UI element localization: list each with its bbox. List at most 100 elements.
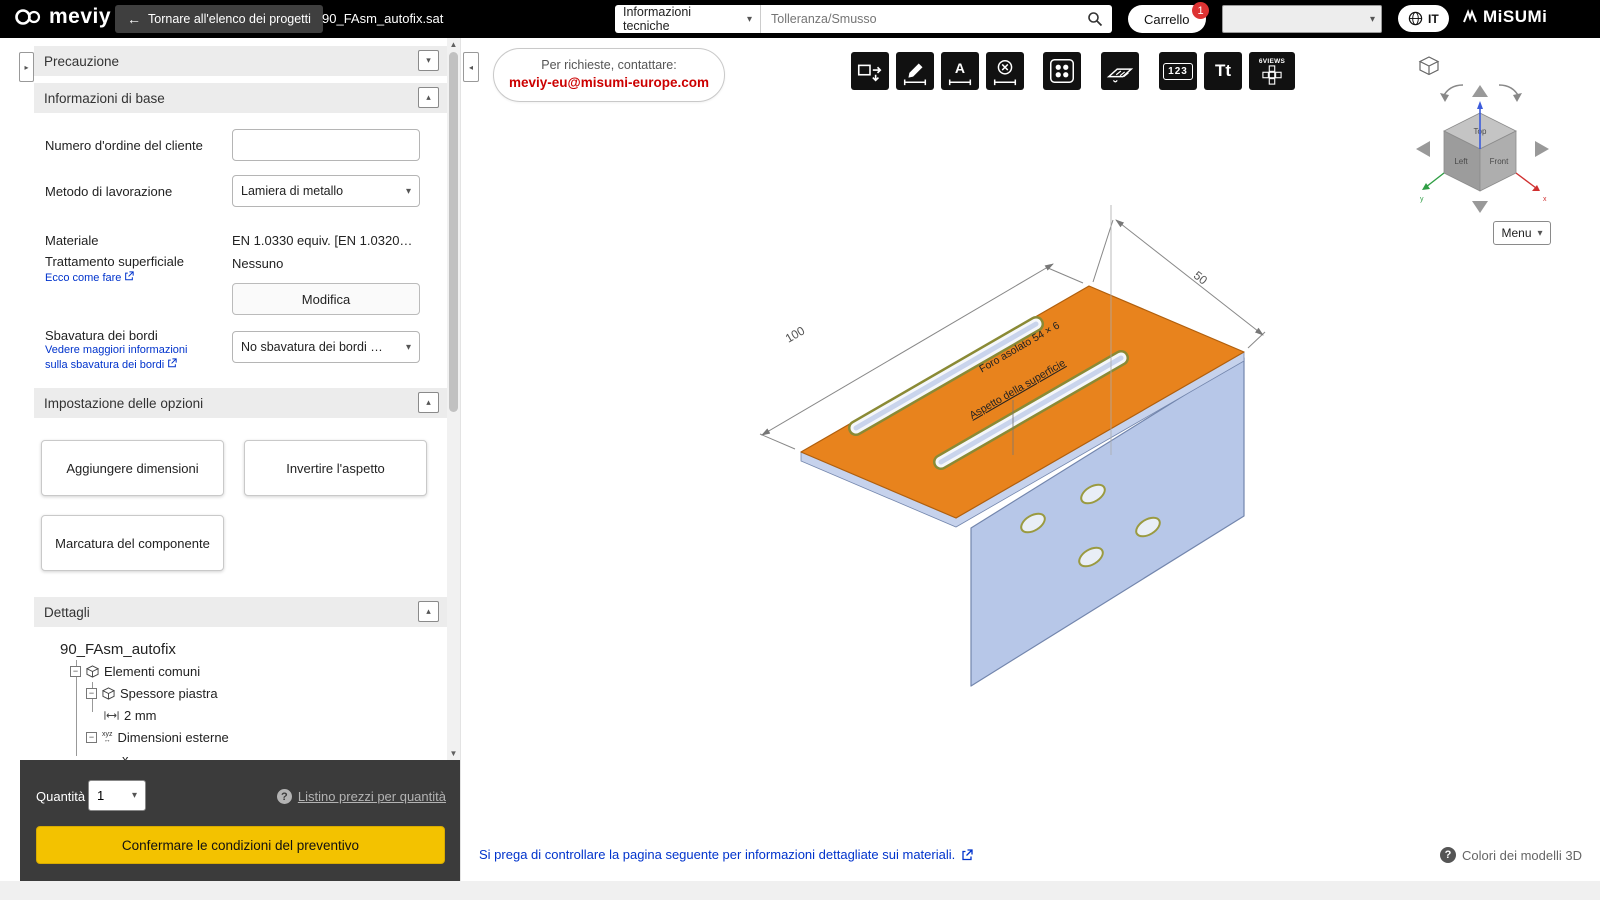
how-to-link[interactable]: Ecco come fare: [45, 271, 135, 284]
project-select[interactable]: [1222, 5, 1382, 33]
panel-expand-button[interactable]: [19, 52, 34, 82]
dimension-edit-button[interactable]: [896, 52, 934, 90]
tree-node-x-label: x: [122, 752, 129, 760]
section-options-label: Impostazione delle opzioni: [44, 395, 204, 411]
contact-bubble: Per richieste, contattare: meviy-eu@misu…: [493, 48, 725, 102]
meviy-logo[interactable]: meviy: [14, 5, 111, 29]
rotate-right-icon[interactable]: [1498, 84, 1522, 102]
view-cube[interactable]: Top Left Front y x: [1420, 101, 1547, 203]
six-views-button[interactable]: 6VIEWS: [1249, 52, 1295, 90]
price-list-link-label: Listino prezzi per quantità: [297, 789, 446, 804]
rotate-left-icon[interactable]: [1440, 84, 1464, 102]
six-views-label: 6VIEWS: [1258, 57, 1286, 65]
tree-node-thickness-value[interactable]: 2 mm: [104, 708, 157, 723]
tech-info-select[interactable]: Informazioni tecniche: [615, 5, 761, 33]
tree-node-common[interactable]: Elementi comuni: [70, 664, 200, 679]
dimension-delete-button[interactable]: [986, 52, 1024, 90]
tree-node-dimensions[interactable]: xyz↔ Dimensioni esterne: [86, 730, 229, 745]
options-toggle-button[interactable]: [418, 392, 439, 413]
tilt-down-arrow[interactable]: [1472, 201, 1488, 213]
surface-treatment-value: Nessuno: [232, 256, 284, 271]
part-marking-button[interactable]: Marcatura del componente: [41, 515, 224, 571]
dimension-text-size-button[interactable]: A: [941, 52, 979, 90]
confirm-quote-button[interactable]: Confermare le condizioni del preventivo: [36, 826, 445, 864]
svg-text:A: A: [955, 60, 965, 76]
tree-collapse-icon[interactable]: [86, 732, 97, 743]
hole-table-button[interactable]: [1043, 52, 1081, 90]
deburr-info-link-line2[interactable]: sulla sbavatura dei bordi: [45, 358, 177, 371]
basic-info-toggle-button[interactable]: [418, 87, 439, 108]
numbering-button[interactable]: 123: [1159, 52, 1197, 90]
quantity-label: Quantità: [36, 789, 86, 804]
add-dimensions-button[interactable]: Aggiungere dimensioni: [41, 440, 224, 496]
sidebar-rail: [0, 38, 34, 881]
section-options[interactable]: Impostazione delle opzioni: [34, 388, 447, 418]
misumi-mark-icon: [1463, 9, 1477, 23]
order-number-label: Numero d'ordine del cliente: [45, 138, 203, 153]
price-list-link[interactable]: ? Listino prezzi per quantità: [276, 789, 446, 804]
search-bar: Informazioni tecniche: [615, 5, 1112, 33]
meviy-logo-icon: [15, 9, 41, 25]
deburr-select[interactable]: No sbavatura dei bordi …: [232, 331, 420, 363]
deburr-info-link-line1[interactable]: Vedere maggiori informazioni: [45, 344, 187, 356]
precaution-toggle-button[interactable]: [418, 50, 439, 71]
tree-collapse-icon[interactable]: [70, 666, 81, 677]
scroll-down-arrow[interactable]: ▼: [447, 747, 460, 760]
search-icon[interactable]: [1087, 11, 1103, 27]
globe-icon: [1408, 11, 1423, 26]
main-area: Per richieste, contattare: meviy-eu@misu…: [460, 38, 1600, 881]
axis-x-label: x: [1543, 196, 1547, 203]
materials-info-link[interactable]: Si prega di controllare la pagina seguen…: [479, 847, 973, 862]
top-bar: meviy Tornare all'elenco dei progetti 90…: [0, 0, 1600, 38]
tree-node-thickness[interactable]: Spessore piastra: [86, 686, 218, 701]
scrollbar-thumb[interactable]: [449, 52, 458, 412]
modify-button[interactable]: Modifica: [232, 283, 420, 315]
details-toggle-button[interactable]: [418, 601, 439, 622]
model-colors-link-label: Colori dei modelli 3D: [1462, 847, 1582, 863]
language-switch[interactable]: IT: [1398, 5, 1449, 32]
surface-treatment-label: Trattamento superficiale: [45, 254, 184, 269]
cube-face-front-label[interactable]: Front: [1490, 157, 1509, 166]
text-tool-button[interactable]: Tt: [1204, 52, 1242, 90]
section-details[interactable]: Dettagli: [34, 597, 447, 627]
sidebar-footer: Quantità 1 ? Listino prezzi per quantità…: [20, 760, 460, 881]
section-basic-info-label: Informazioni di base: [44, 90, 165, 106]
tree-node-thickness-label: Spessore piastra: [120, 686, 218, 701]
tree-node-common-label: Elementi comuni: [104, 664, 201, 679]
tree-root-label[interactable]: 90_FAsm_autofix: [60, 641, 176, 658]
back-button-label: Tornare all'elenco dei progetti: [148, 12, 311, 26]
cube-icon: [86, 665, 99, 678]
section-basic-info[interactable]: Informazioni di base: [34, 83, 447, 113]
view-menu-button[interactable]: Menu: [1493, 221, 1551, 245]
order-number-input[interactable]: [232, 129, 420, 161]
scroll-up-arrow[interactable]: ▲: [447, 38, 460, 51]
machining-method-label: Metodo di lavorazione: [45, 184, 173, 199]
help-icon: ?: [1440, 847, 1457, 863]
cart-label: Carrello: [1144, 11, 1190, 27]
dim-width-label: 50: [1191, 268, 1210, 287]
sidebar-scrollbar[interactable]: ▲ ▼: [447, 38, 460, 760]
section-precaution[interactable]: Precauzione: [34, 46, 447, 76]
tree-collapse-icon[interactable]: [86, 688, 97, 699]
view-cube-widget[interactable]: Top Left Front y x: [1416, 53, 1576, 223]
deburr-select-value: No sbavatura dei bordi …: [241, 340, 383, 354]
tree-node-x[interactable]: x: [122, 752, 129, 760]
dimension-move-button[interactable]: [851, 52, 889, 90]
quantity-select[interactable]: 1: [88, 780, 146, 811]
contact-email[interactable]: meviy-eu@misumi-europe.com: [494, 75, 724, 90]
rotate-left-arrow[interactable]: [1416, 141, 1430, 157]
model-colors-link[interactable]: ? Colori dei modelli 3D: [1440, 847, 1582, 863]
search-input[interactable]: [761, 12, 1087, 26]
rotate-right-arrow[interactable]: [1535, 141, 1549, 157]
external-link-icon: [962, 848, 973, 860]
tilt-up-arrow[interactable]: [1472, 85, 1488, 97]
surface-treatment-button[interactable]: [1101, 52, 1139, 90]
cube-face-left-label[interactable]: Left: [1454, 157, 1468, 166]
materials-info-link-label: Si prega di controllare la pagina seguen…: [479, 847, 956, 862]
machining-method-select[interactable]: Lamiera di metallo: [232, 175, 420, 207]
invert-aspect-button[interactable]: Invertire l'aspetto: [244, 440, 427, 496]
panel-collapse-button[interactable]: [463, 52, 479, 82]
back-to-projects-button[interactable]: Tornare all'elenco dei progetti: [115, 5, 323, 33]
view-menu-label: Menu: [1501, 226, 1532, 240]
iso-view-icon[interactable]: [1418, 56, 1440, 76]
